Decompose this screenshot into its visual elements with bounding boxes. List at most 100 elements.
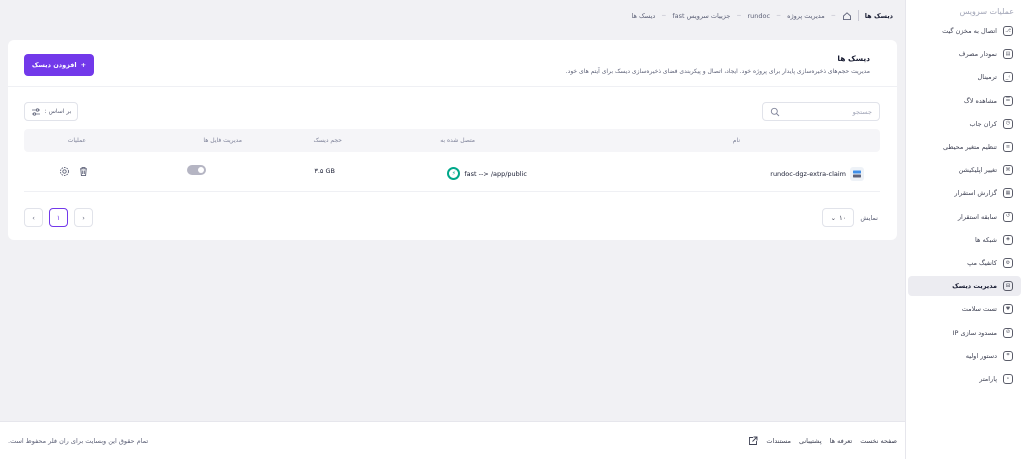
apps-icon: ⌘ [1003, 165, 1013, 176]
health-icon: ♥ [1003, 304, 1013, 315]
param-icon: ⚬ [1003, 374, 1013, 384]
pagination: ‹ ۱ › [24, 208, 93, 227]
card-title: دیسک ها [837, 54, 870, 63]
footer: صفحه نخست تعرفه ها پشتیبانی مستندات تمام… [0, 421, 905, 459]
page-size-value: ۱۰ [839, 213, 847, 222]
top-bar: دیسک ها − مدیریت پروژه − rundoc − جزییات… [0, 0, 905, 30]
breadcrumb-sep-icon: − [661, 12, 667, 19]
table-header: نام متصل شده به حجم دیسک مدیریت فایل ها … [24, 129, 880, 152]
sidebar-item[interactable]: ♥ تست سلامت [908, 299, 1021, 319]
breadcrumb-item-rundoc[interactable]: rundoc [747, 12, 770, 20]
plus-icon: + [80, 61, 87, 69]
page-size: نمایش ۱۰ ⌄ [822, 208, 878, 227]
chevron-down-icon: ⌄ [830, 213, 837, 222]
sidebar-item[interactable]: ≡ تنظیم متغیر محیطی [908, 137, 1021, 157]
card-divider [8, 86, 897, 87]
sort-button[interactable]: بر اساس : [24, 102, 78, 121]
home-icon[interactable] [842, 11, 852, 21]
sidebar-item[interactable]: ▦ گزارش استقرار [908, 183, 1021, 203]
breadcrumb-sep-icon: − [736, 12, 742, 19]
search-icon [770, 107, 780, 117]
sidebar-item-label: نمودار مصرف [958, 50, 997, 59]
git-icon: ⎇ [1003, 26, 1013, 36]
disk-size: ۳.۵ GB [314, 167, 335, 175]
sidebar-item[interactable]: ⌘ تغییر اپلیکیشن [908, 160, 1021, 180]
footer-link-home[interactable]: صفحه نخست [860, 437, 897, 445]
sidebar-item-label: مسدود سازی IP [952, 328, 997, 337]
breadcrumb-sep-icon: − [776, 12, 782, 19]
sidebar-item-label: اتصال به مخزن گیت [942, 27, 997, 35]
breadcrumb: دیسک ها − مدیریت پروژه − rundoc − جزییات… [631, 10, 893, 21]
disks-card: دیسک ها مدیریت حجم‌های ذخیره‌سازی پایدار… [8, 40, 897, 240]
search-placeholder: جستجو [852, 107, 872, 116]
page-size-select[interactable]: ۱۰ ⌄ [822, 208, 855, 227]
sidebar-item-label: سابقه استقرار [957, 212, 997, 221]
sidebar-item-label: تنظیم متغیر محیطی [942, 143, 997, 151]
service-icon: ⚡ [447, 167, 461, 180]
sidebar-item-label: گزارش استقرار [954, 189, 997, 198]
env-icon: ≡ [1003, 142, 1013, 152]
header-size: حجم دیسک [313, 137, 342, 144]
sidebar-item-label: مشاهده لاگ [963, 96, 997, 105]
sidebar-item-label: تست سلامت [961, 305, 997, 314]
terminal-icon: ›_ [1003, 72, 1013, 83]
file-manager-cell [187, 165, 206, 175]
report-icon: ▦ [1003, 188, 1013, 199]
sidebar-item[interactable]: ↺ سابقه استقرار [908, 207, 1021, 227]
block-icon: ⊘ [1003, 327, 1013, 338]
sidebar-item-label: پارامتر [979, 375, 997, 383]
file-manager-toggle[interactable] [187, 165, 206, 175]
sliders-icon [31, 107, 41, 117]
config-icon: ⚙ [1003, 258, 1013, 268]
footer-link-docs[interactable]: مستندات [766, 437, 791, 445]
add-disk-button[interactable]: + افزودن دیسک [24, 54, 94, 76]
service-sidebar: عملیات سرویس ⎇ اتصال به مخزن گیت ▤ نمودار م… [905, 0, 1024, 459]
breadcrumb-current: دیسک ها [864, 11, 893, 20]
sidebar-item-label: شبکه ها [975, 235, 997, 244]
sidebar-item[interactable]: ⌗ دستور اولیه [908, 346, 1021, 366]
sidebar-item-label: دستور اولیه [965, 351, 997, 360]
breadcrumb-item-service[interactable]: جزییات سرویس fast [672, 12, 730, 20]
network-icon: ◈ [1003, 234, 1013, 245]
disk-icon [850, 167, 864, 181]
attached-cell: ⚡ fast --> /app/public [447, 167, 527, 180]
sidebar-item[interactable]: ☰ مشاهده لاگ [908, 91, 1021, 111]
external-link-icon [748, 436, 758, 446]
cron-icon: ◷ [1003, 118, 1013, 129]
disk-name: rundoc-dgz-extra-claim [770, 170, 846, 178]
size-cell: ۳.۵ GB [314, 167, 335, 175]
sidebar-item[interactable]: ⚬ پارامتر [908, 369, 1021, 389]
disk-name-cell: rundoc-dgz-extra-claim [770, 167, 864, 181]
breadcrumb-item-disks: دیسک ها [631, 11, 656, 20]
footer-link-pricing[interactable]: تعرفه ها [830, 437, 853, 445]
sort-label: بر اساس : [44, 108, 72, 115]
next-page-button[interactable]: › [74, 208, 93, 227]
actions-cell [59, 166, 89, 177]
breadcrumb-sep-icon: − [830, 12, 836, 19]
prev-page-button[interactable]: ‹ [24, 208, 43, 227]
sidebar-item-label: تغییر اپلیکیشن [958, 166, 997, 175]
sidebar-item[interactable]: ⚙ کانفیگ مپ [908, 253, 1021, 273]
header-attached: متصل شده به [440, 137, 475, 144]
sidebar-title: عملیات سرویس [959, 7, 1014, 16]
gear-icon[interactable] [59, 166, 70, 177]
sidebar-item-label: کران جاب [969, 119, 997, 128]
sidebar-item[interactable]: ▤ نمودار مصرف [908, 44, 1021, 64]
disk-icon: ⊟ [1003, 281, 1013, 292]
sidebar-item[interactable]: ◷ کران جاب [908, 114, 1021, 134]
chart-icon: ▤ [1003, 49, 1013, 60]
footer-link-support[interactable]: پشتیبانی [799, 437, 822, 445]
breadcrumb-item-project[interactable]: مدیریت پروژه [787, 12, 825, 20]
header-actions: عملیات [67, 137, 86, 144]
sidebar-item[interactable]: ⎇ اتصال به مخزن گیت [908, 21, 1021, 41]
search-input[interactable]: جستجو [762, 102, 880, 121]
sidebar-item[interactable]: ◈ شبکه ها [908, 230, 1021, 250]
footer-links: صفحه نخست تعرفه ها پشتیبانی مستندات [748, 436, 897, 446]
sidebar-item[interactable]: ⊘ مسدود سازی IP [908, 323, 1021, 343]
trash-icon[interactable] [78, 166, 89, 177]
page-button-current[interactable]: ۱ [49, 208, 68, 227]
sidebar-item[interactable]: ⊟ مدیریت دیسک [908, 276, 1021, 297]
sidebar-item-label: مدیریت دیسک [952, 282, 997, 291]
sidebar-item-label: ترمینال [977, 73, 997, 82]
sidebar-item[interactable]: ›_ ترمینال [908, 67, 1021, 87]
